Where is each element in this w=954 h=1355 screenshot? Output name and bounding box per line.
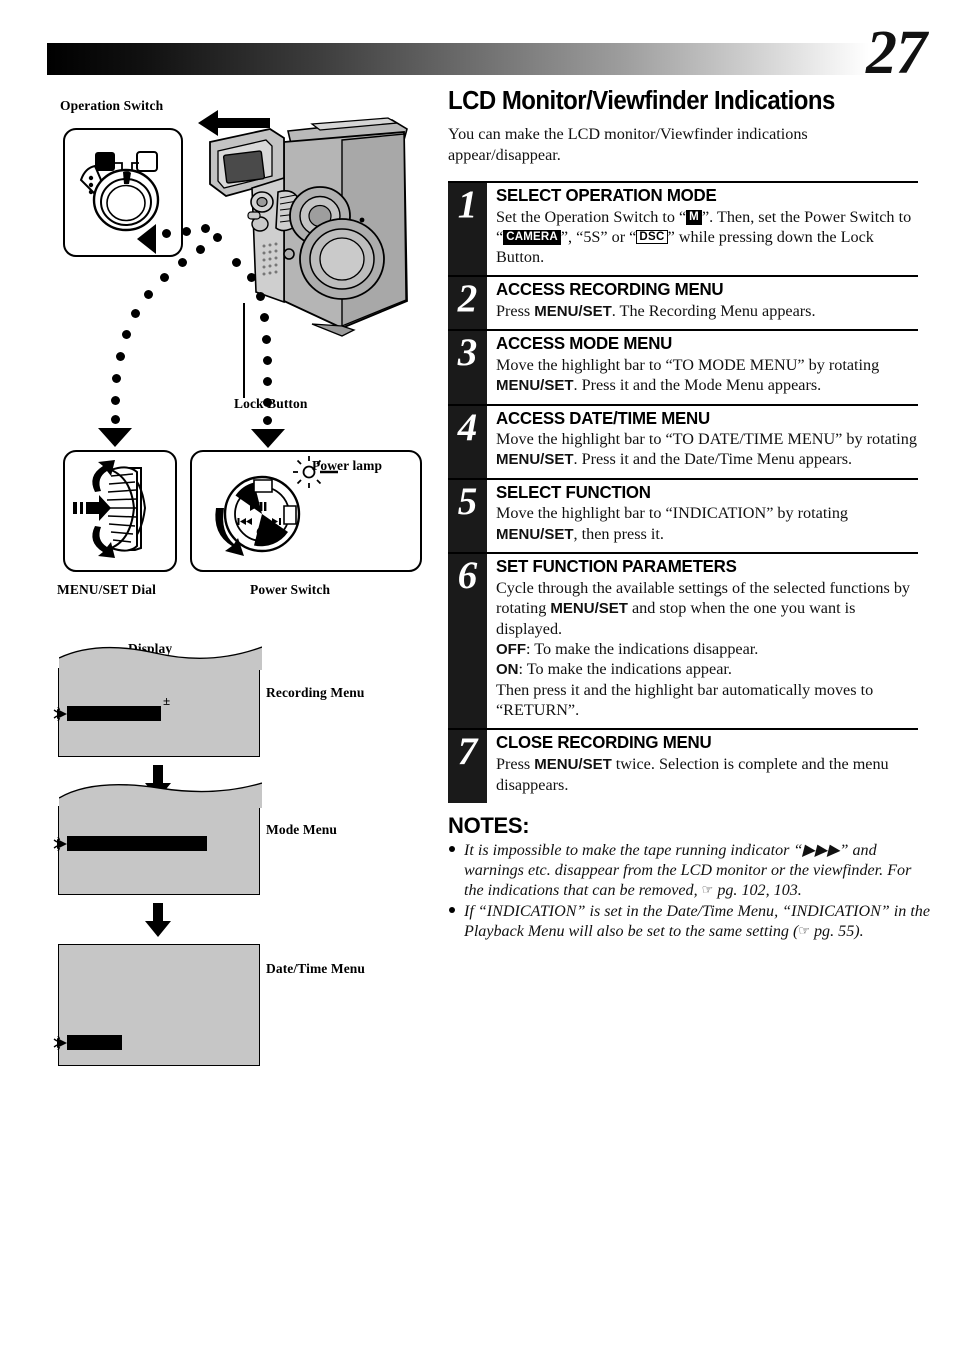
illustration-column: Operation Switch Lock Button MENU/SET Di…: [0, 88, 432, 1098]
step-number: 4: [457, 405, 478, 449]
menuset-dial-label: MENU/SET Dial: [57, 582, 156, 597]
plus-minus-mark: ±: [163, 693, 171, 708]
step-6: 6 SET FUNCTION PARAMETERS Cycle through th…: [448, 552, 918, 728]
emphasis: MENU/SET: [496, 451, 574, 469]
mode-menu-label: Mode Menu: [266, 822, 338, 837]
step-number: 5: [457, 479, 478, 523]
camcorder-drawing: [198, 110, 408, 337]
lock-button-leader-line: [243, 303, 245, 398]
mode-badge: M: [686, 210, 702, 226]
step-body: Move the highlight bar to “INDICATION” b…: [496, 504, 849, 543]
recording-menu-label: Recording Menu: [266, 685, 365, 700]
step-title: ACCESS DATE/TIME MENU: [496, 407, 710, 428]
menuset-dial-diagram: [63, 450, 177, 572]
operation-switch-drawing: [79, 151, 160, 232]
note-item: If “INDICATION” is set in the Date/Time …: [448, 902, 932, 942]
torn-edge-top: [59, 782, 262, 808]
steps-list: 1 SELECT OPERATION MODE Set the Operation …: [448, 181, 918, 804]
power-switch-label: Power Switch: [250, 582, 331, 597]
page-title: LCD Monitor/Viewfinder Indications: [448, 87, 835, 115]
header-gradient-band: [47, 43, 869, 75]
emphasis: MENU/SET: [534, 302, 612, 320]
step-body: Move the highlight bar to “TO MODE MENU”…: [496, 355, 880, 394]
step-title: ACCESS MODE MENU: [496, 333, 673, 354]
step-body: Move the highlight bar to “TO DATE/TIME …: [496, 430, 917, 469]
step-title: SELECT OPERATION MODE: [496, 185, 717, 206]
datetime-menu-label: Date/Time Menu: [266, 961, 366, 976]
bullet-icon: [449, 845, 455, 852]
step-body: Set the Operation Switch to “M”. Then, s…: [496, 207, 912, 266]
step-number: 2: [457, 277, 478, 321]
step-number: 3: [457, 331, 478, 375]
highlight-bar: [67, 706, 161, 721]
note-item: It is impossible to make the tape runnin…: [448, 841, 932, 901]
pointing-hand-icon: ☞: [701, 881, 714, 897]
camcorder-illustration: [192, 96, 422, 356]
step-5: 5 SELECT FUNCTION Move the highlight bar t…: [448, 477, 918, 552]
step-body: Press MENU/SET twice. Selection is compl…: [496, 754, 889, 794]
torn-edge-top: [59, 646, 262, 670]
notes-heading: NOTES:: [448, 812, 530, 838]
intro-text: You can make the LCD monitor/Viewfinder …: [448, 125, 808, 164]
highlight-bar: [67, 836, 207, 851]
step-title: ACCESS RECORDING MENU: [496, 279, 724, 300]
step-number: 6: [457, 554, 478, 598]
datetime-menu-screen: [53, 944, 260, 1066]
power-switch-drawing: [215, 456, 338, 556]
flow-arrow-icon: [145, 903, 171, 937]
content-column: LCD Monitor/Viewfinder Indications You c…: [448, 87, 930, 942]
step-body: Press MENU/SET. The Recording Menu appea…: [496, 301, 816, 320]
step-title: CLOSE RECORDING MENU: [496, 732, 712, 753]
recording-menu-screen: ±: [53, 646, 262, 757]
operation-switch-label: Operation Switch: [60, 98, 164, 113]
emphasis: MENU/SET: [534, 755, 612, 773]
step-1: 1 SELECT OPERATION MODE Set the Operation …: [448, 181, 918, 275]
pointing-hand-icon: ☞: [798, 923, 810, 939]
step-number: 1: [457, 183, 478, 227]
mode-badge: DSC: [636, 230, 668, 245]
notes-list: It is impossible to make the tape runnin…: [448, 841, 930, 942]
bullet-icon: [449, 907, 455, 914]
step-title: SET FUNCTION PARAMETERS: [496, 556, 737, 577]
step-body: Cycle through the available settings of …: [496, 578, 911, 720]
page-number: 27: [866, 19, 927, 87]
step-3: 3 ACCESS MODE MENU Move the highlight bar …: [448, 329, 918, 403]
step-7: 7 CLOSE RECORDING MENU Press MENU/SET twic…: [448, 728, 918, 802]
step-title: SELECT FUNCTION: [496, 481, 651, 502]
mode-badge: CAMERA: [503, 230, 561, 246]
emphasis: MENU/SET: [496, 376, 574, 394]
mode-menu-screen: [53, 782, 262, 895]
emphasis: ON: [496, 661, 519, 679]
power-lamp-label: Power lamp: [312, 458, 383, 473]
highlight-bar: [67, 1035, 122, 1050]
emphasis: MENU/SET: [550, 599, 628, 617]
power-switch-diagram: [190, 450, 422, 572]
lock-button-label: Lock Button: [234, 396, 308, 411]
menuset-dial-drawing: [73, 460, 147, 558]
step-2: 2 ACCESS RECORDING MENU Press MENU/SET. Th…: [448, 275, 918, 329]
emphasis: OFF: [496, 640, 526, 658]
emphasis: MENU/SET: [496, 525, 574, 543]
step-4: 4 ACCESS DATE/TIME MENU Move the highlight…: [448, 403, 918, 478]
step-number: 7: [457, 730, 478, 774]
